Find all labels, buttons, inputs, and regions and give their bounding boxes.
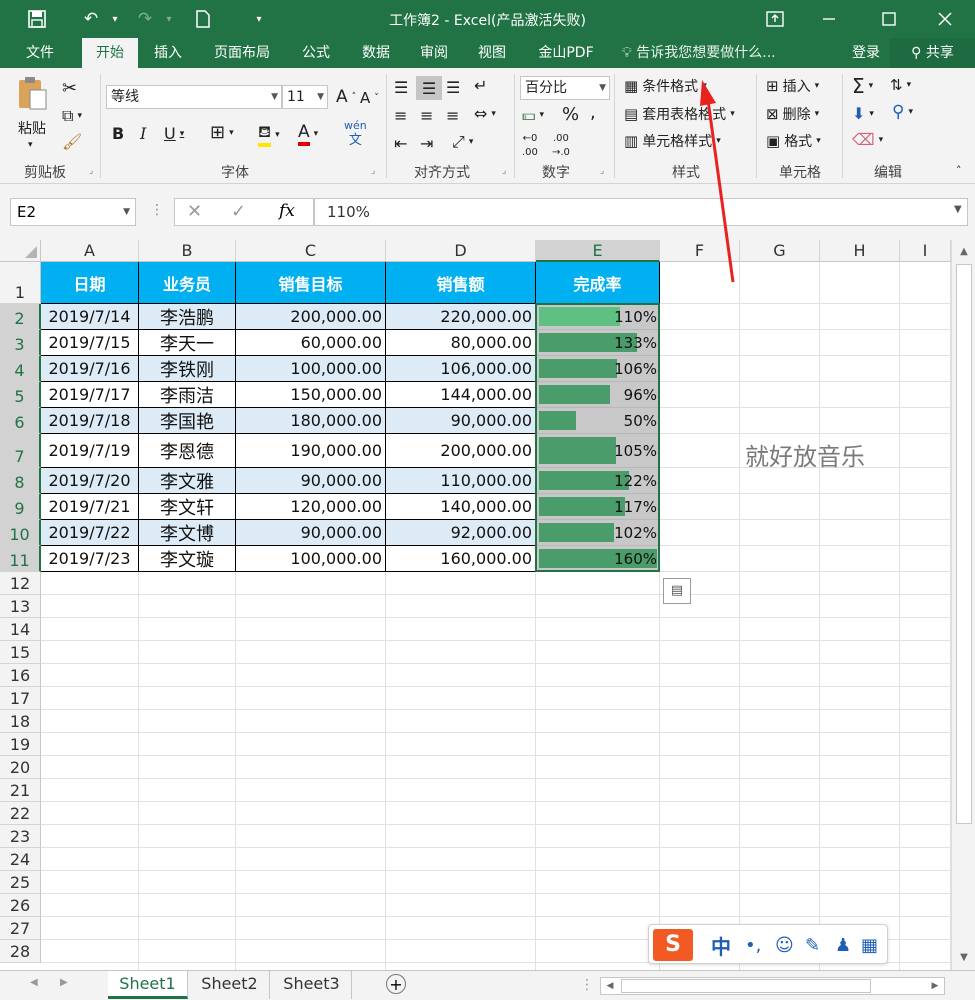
excel-window: { "window": { "title": "工作簿2 - Excel(产品激…	[0, 0, 975, 1000]
annotation-arrow-icon	[700, 80, 735, 283]
